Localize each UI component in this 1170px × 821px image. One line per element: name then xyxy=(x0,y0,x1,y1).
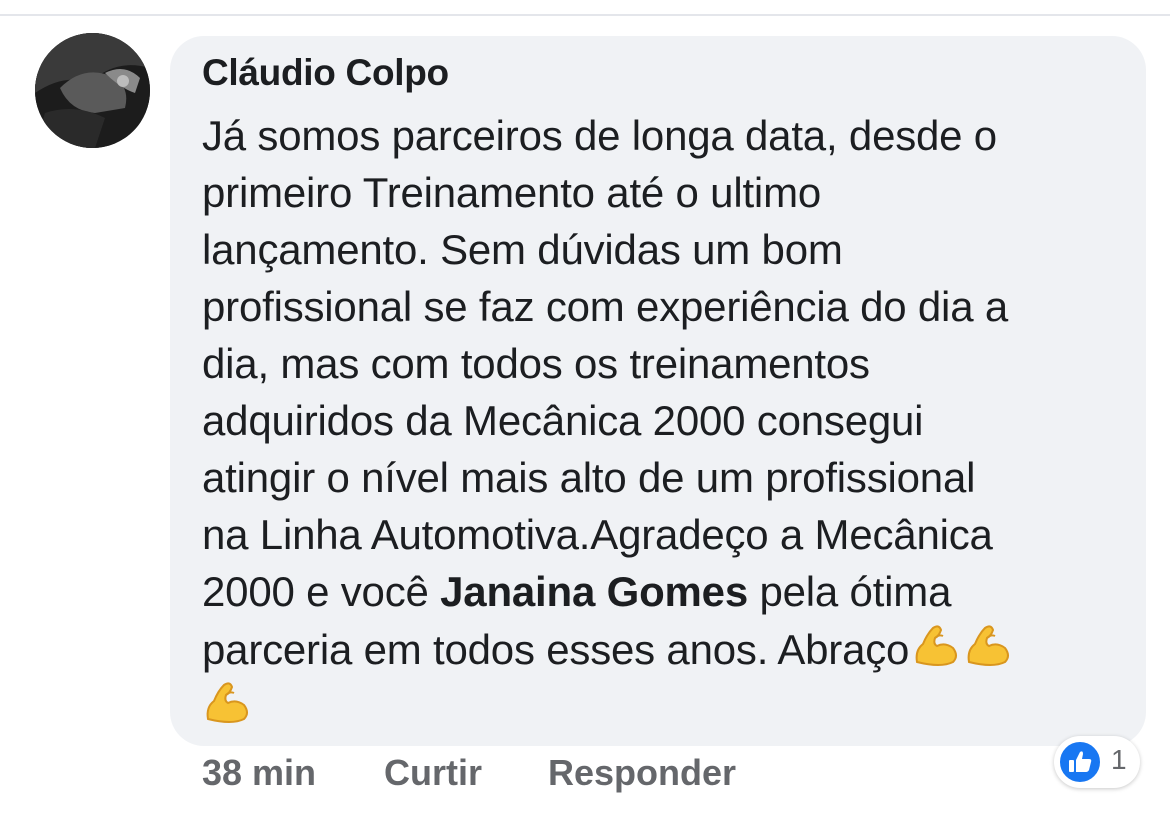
comment-line: profissional se faz com experiência do d… xyxy=(202,283,1008,330)
reaction-count: 1 xyxy=(1111,744,1127,775)
top-divider xyxy=(0,14,1170,16)
comment-line: 2000 e você Janaina Gomes pela ótima xyxy=(202,563,1132,620)
comment-line: atingir o nível mais alto de um profissi… xyxy=(202,454,976,501)
comment-text-segment: parceria em todos esses anos. Abraço xyxy=(202,626,910,673)
comment-line: parceria em todos esses anos. Abraço xyxy=(202,620,1132,677)
comment-text-segment: 2000 e você xyxy=(202,568,441,615)
comment-author[interactable]: Cláudio Colpo xyxy=(202,52,449,94)
flexed-biceps-icon xyxy=(202,677,252,727)
comment-line: na Linha Automotiva.Agradeço a Mecânica xyxy=(202,511,993,558)
comment-line: dia, mas com todos os treinamentos xyxy=(202,340,870,387)
reaction-summary[interactable]: 1 xyxy=(1054,736,1140,788)
reply-button[interactable]: Responder xyxy=(548,752,736,794)
comment-text-segment: pela ótima xyxy=(748,568,952,615)
comment-line: Já somos parceiros de longa data, desde … xyxy=(202,112,997,159)
comment-line: lançamento. Sem dúvidas um bom xyxy=(202,226,843,273)
comment-text: Já somos parceiros de longa data, desde … xyxy=(202,107,1132,734)
comment-line: adquiridos da Mecânica 2000 consegui xyxy=(202,397,924,444)
like-icon xyxy=(1058,740,1102,784)
like-button[interactable]: Curtir xyxy=(384,752,482,794)
comment-line xyxy=(202,677,1132,734)
flexed-biceps-icon xyxy=(911,620,961,670)
avatar[interactable] xyxy=(35,33,150,148)
comment-line: primeiro Treinamento até o ultimo xyxy=(202,169,822,216)
flexed-biceps-icon xyxy=(963,620,1013,670)
comment-timestamp[interactable]: 38 min xyxy=(202,752,316,794)
mention-link[interactable]: Janaina Gomes xyxy=(440,568,748,615)
